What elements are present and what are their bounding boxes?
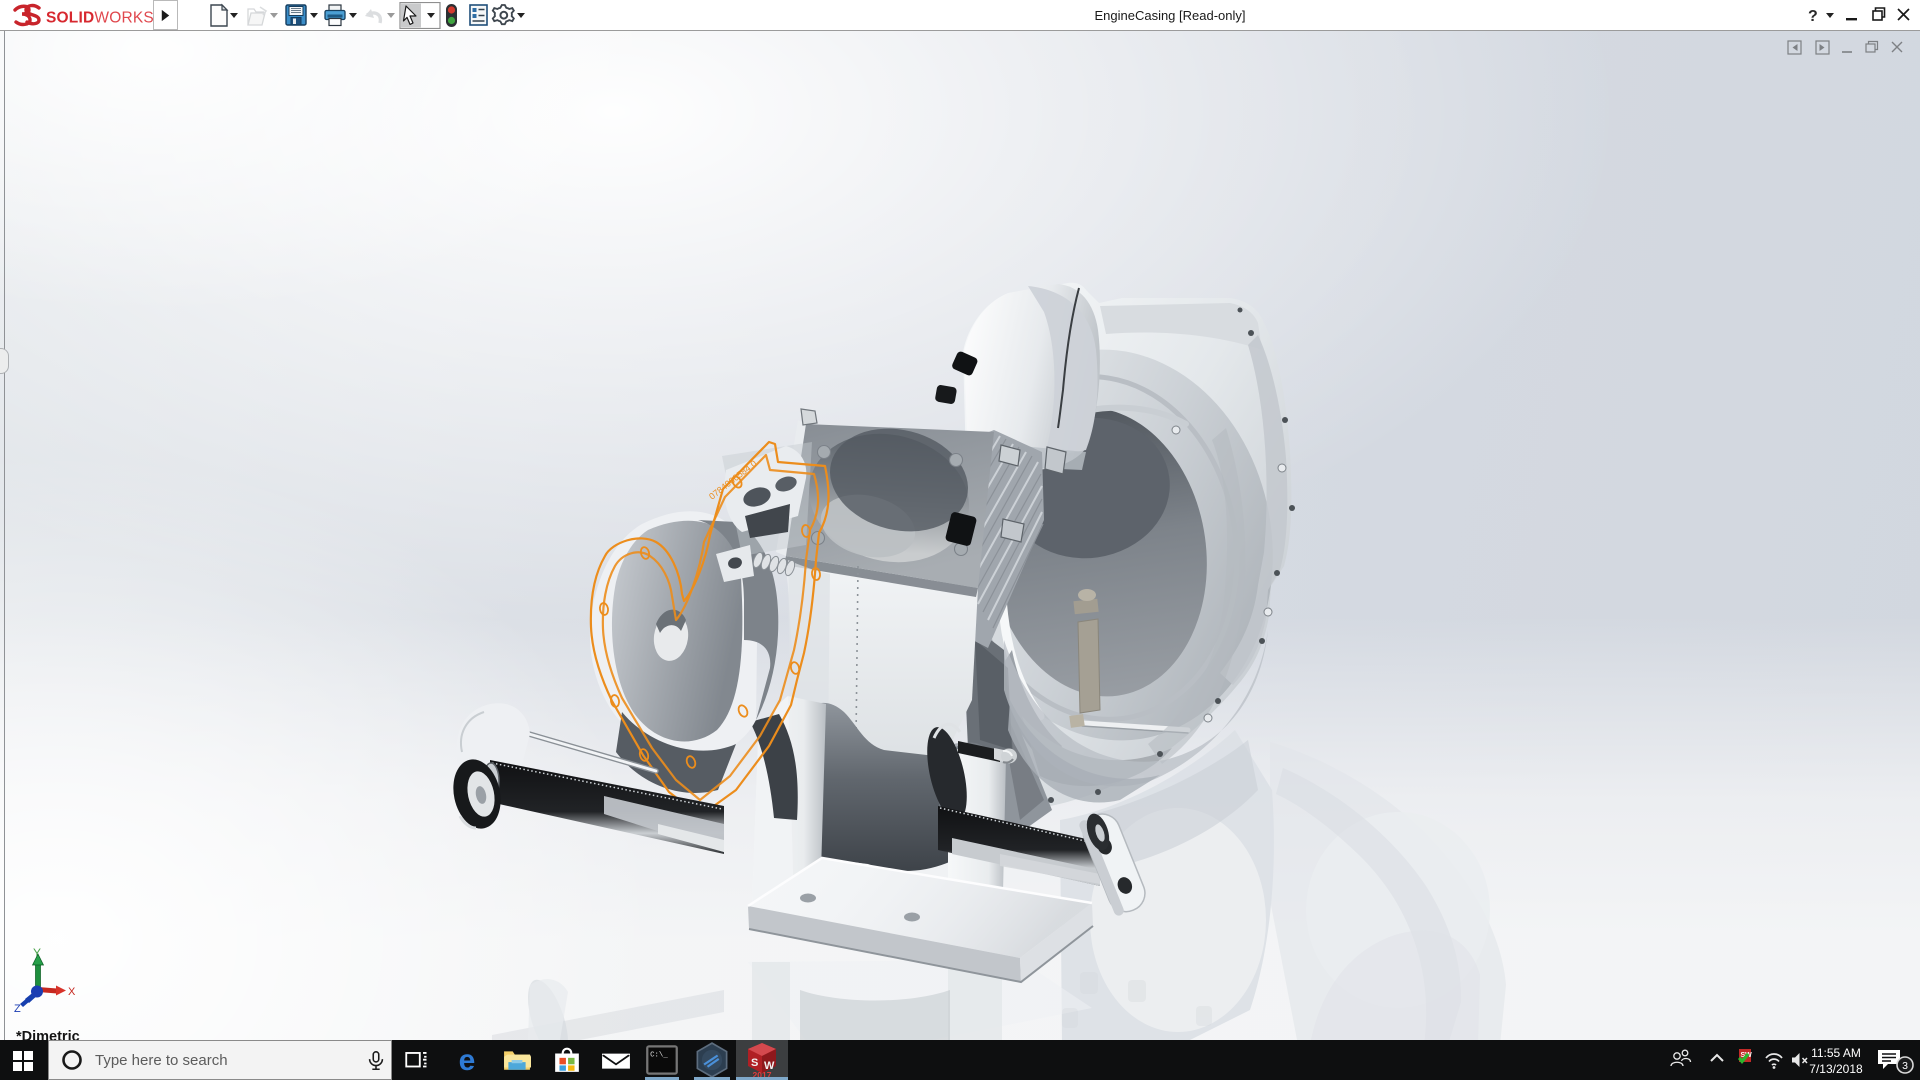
svg-text:?: ? xyxy=(1808,8,1818,25)
svg-text:7/13/2018: 7/13/2018 xyxy=(1809,1062,1863,1076)
svg-text:C:\_: C:\_ xyxy=(650,1052,668,1060)
svg-text:S: S xyxy=(751,1057,758,1069)
svg-text:X: X xyxy=(68,986,76,998)
svg-text:SOLIDWORKS: SOLIDWORKS xyxy=(46,10,154,27)
svg-text:3: 3 xyxy=(1902,1060,1908,1072)
svg-text:e: e xyxy=(459,1044,476,1077)
svg-text:11:55 AM: 11:55 AM xyxy=(1811,1046,1861,1060)
svg-text:Z: Z xyxy=(14,1003,21,1015)
